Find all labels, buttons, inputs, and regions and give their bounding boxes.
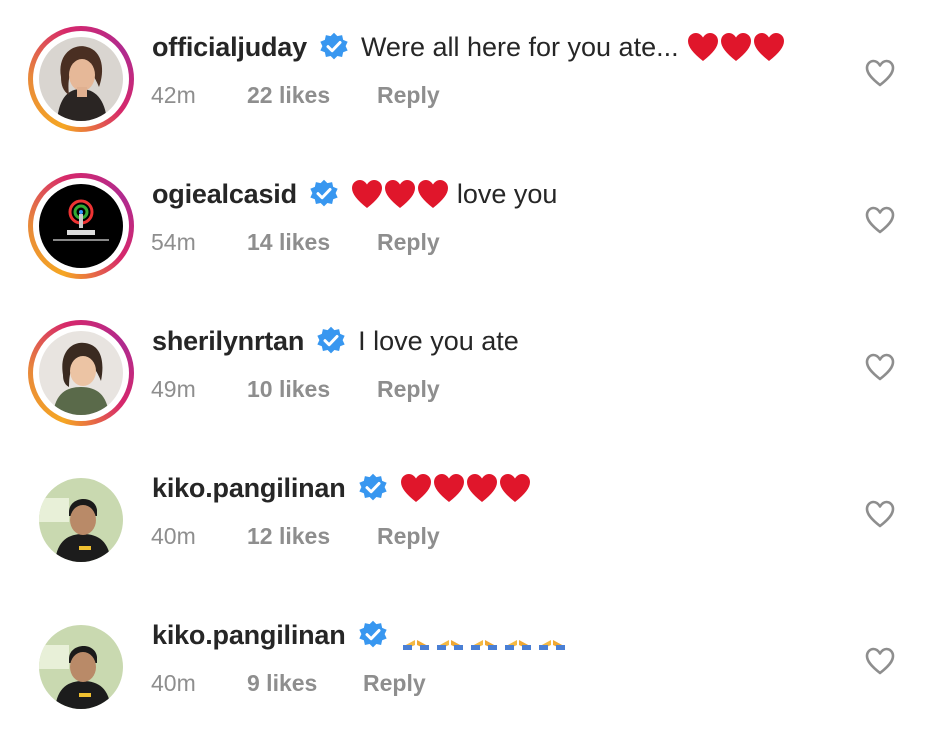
comment-text: love you (456, 178, 558, 209)
heart-emoji-group (687, 32, 785, 62)
red-heart-icon (720, 33, 751, 61)
avatar[interactable] (39, 625, 123, 709)
comment-username[interactable]: ogiealcasid (152, 179, 297, 210)
comment-likes[interactable]: 12 likes (247, 523, 377, 550)
avatar[interactable] (39, 331, 123, 415)
comment-text: Were all here for you ate... (360, 31, 679, 62)
red-heart-icon (433, 474, 464, 502)
comment-username[interactable]: officialjuday (152, 32, 307, 63)
comment-likes[interactable]: 14 likes (247, 229, 377, 256)
reply-button[interactable]: Reply (377, 523, 440, 550)
comment-item: kiko.pangilinan 40m 9 likes Reply (0, 588, 945, 735)
comment-time: 49m (151, 375, 196, 402)
comment-username[interactable]: sherilynrtan (152, 326, 304, 357)
avatar[interactable] (39, 478, 123, 562)
comment-item: ogiealcasid love you 54m 14 likes Reply (0, 147, 945, 294)
comment-item: sherilynrtan I love you ate 49m 10 likes… (0, 294, 945, 441)
folded-hands-icon (436, 623, 463, 650)
like-heart-icon[interactable] (864, 352, 896, 382)
comment-text: I love you ate (358, 325, 519, 356)
red-heart-icon (384, 180, 415, 208)
reply-button[interactable]: Reply (377, 82, 440, 109)
avatar[interactable] (39, 37, 123, 121)
red-heart-icon (499, 474, 530, 502)
like-heart-icon[interactable] (864, 499, 896, 529)
comment-time: 40m (151, 669, 196, 696)
avatar[interactable] (39, 184, 123, 268)
folded-hands-icon (470, 623, 497, 650)
comment-likes[interactable]: 22 likes (247, 82, 377, 109)
like-heart-icon[interactable] (864, 58, 896, 88)
verified-badge-icon (358, 473, 387, 501)
comment-likes[interactable]: 10 likes (247, 376, 377, 403)
verified-badge-icon (310, 179, 338, 207)
verified-badge-icon (320, 32, 348, 60)
comment-username[interactable]: kiko.pangilinan (152, 473, 346, 504)
red-heart-icon (466, 474, 497, 502)
heart-emoji-group (351, 179, 449, 209)
comment-likes[interactable]: 9 likes (247, 670, 363, 697)
verified-badge-icon (358, 620, 387, 648)
verified-badge-icon (317, 326, 345, 354)
folded-hands-icon (504, 623, 531, 650)
folded-hands-icon (538, 623, 565, 650)
heart-emoji-group (400, 473, 531, 503)
reply-button[interactable]: Reply (363, 670, 426, 697)
reply-button[interactable]: Reply (377, 229, 440, 256)
red-heart-icon (351, 180, 382, 208)
like-heart-icon[interactable] (864, 646, 896, 676)
like-heart-icon[interactable] (864, 205, 896, 235)
red-heart-icon (753, 33, 784, 61)
comment-item: officialjuday Were all here for you ate.… (0, 0, 945, 147)
pray-emoji-group (400, 620, 568, 650)
comment-time: 54m (151, 228, 196, 255)
comment-time: 42m (151, 81, 196, 108)
red-heart-icon (400, 474, 431, 502)
comment-time: 40m (151, 522, 196, 549)
folded-hands-icon (402, 623, 429, 650)
red-heart-icon (417, 180, 448, 208)
comment-username[interactable]: kiko.pangilinan (152, 620, 346, 651)
comment-item: kiko.pangilinan 40m 12 likes Reply (0, 441, 945, 588)
reply-button[interactable]: Reply (377, 376, 440, 403)
red-heart-icon (687, 33, 718, 61)
